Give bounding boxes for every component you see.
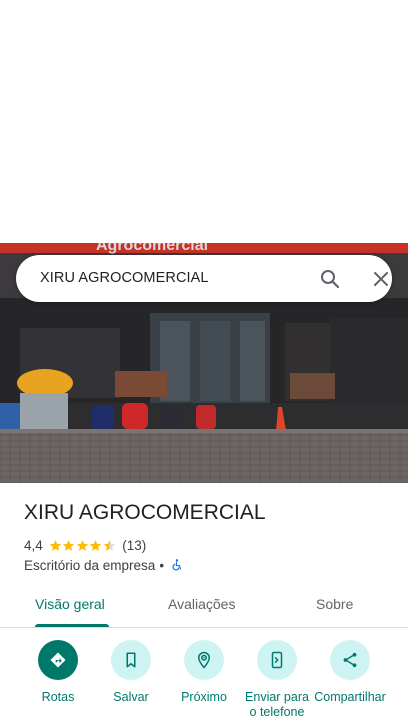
directions-button[interactable]: Rotas [21,640,95,705]
close-icon[interactable] [369,267,393,291]
place-category: Escritório da empresa [24,557,156,573]
share-label: Compartilhar [314,690,386,704]
action-bar: Rotas Salvar Próximo Enviar para o telef… [0,640,408,726]
tab-reviews[interactable]: Avaliações [168,596,235,612]
star-icon [49,539,61,551]
half-star-icon [103,539,115,551]
map-blank-area [0,0,408,243]
nearby-icon [197,651,211,669]
star-icon [63,539,75,551]
search-input[interactable]: XIRU AGROCOMERCIAL [40,270,209,286]
directions-label: Rotas [41,690,75,704]
share-icon-circle [330,640,370,680]
photo-sign-text: Agrocomercial [96,243,208,254]
review-count[interactable]: (13) [122,538,146,553]
send-to-phone-icon-circle [257,640,297,680]
send-to-phone-icon [271,651,283,669]
save-icon-circle [111,640,151,680]
directions-icon [50,652,66,668]
nearby-icon-circle [184,640,224,680]
share-button[interactable]: Compartilhar [313,640,387,705]
active-tab-indicator [35,624,109,627]
bookmark-icon [126,652,136,668]
tab-overview[interactable]: Visão geral [35,596,105,612]
nearby-button[interactable]: Próximo [167,640,241,705]
save-button[interactable]: Salvar [94,640,168,705]
directions-icon-circle [38,640,78,680]
tab-about[interactable]: Sobre [316,596,353,612]
rating-value: 4,4 [24,537,43,553]
star-rating [49,539,117,552]
search-icon[interactable] [318,267,342,291]
star-icon [90,539,102,551]
wheelchair-accessible-icon [172,559,182,571]
category-row: Escritório da empresa • [24,556,184,574]
search-bar[interactable]: XIRU AGROCOMERCIAL [16,255,392,302]
send-to-phone-button[interactable]: Enviar para o telefone [240,640,314,720]
nearby-label: Próximo [181,690,227,704]
save-label: Salvar [113,690,149,704]
place-tabs: Visão geral Avaliações Sobre [0,582,408,628]
rating-row[interactable]: 4,4 (13) [24,536,146,554]
place-title: XIRU AGROCOMERCIAL [24,501,266,524]
share-icon [343,652,357,668]
send-to-phone-label: Enviar para o telefone [245,690,309,719]
separator-dot: • [159,557,165,573]
star-icon [76,539,88,551]
